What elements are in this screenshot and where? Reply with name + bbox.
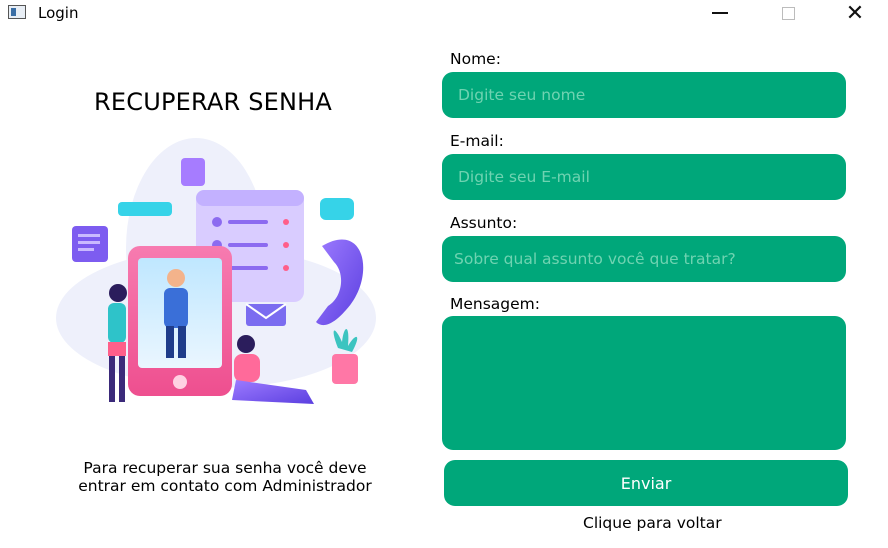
maximize-button[interactable] [765,0,811,26]
email-label: E-mail: [450,132,504,150]
info-line-2: entrar em contato com Administrador [78,477,372,495]
close-button[interactable]: ✕ [832,0,878,26]
info-line-1: Para recuperar sua senha você deve [83,459,367,477]
close-icon: ✕ [845,0,865,26]
window-title: Login [38,4,79,22]
send-button[interactable]: Enviar [444,460,848,506]
contact-illustration [56,138,376,404]
message-label: Mensagem: [450,295,541,313]
recovery-info: Para recuperar sua senha você deve entra… [60,459,390,495]
app-icon [8,5,26,19]
subject-input[interactable] [442,236,846,282]
name-input[interactable] [442,72,846,118]
email-input[interactable] [442,154,846,200]
page-title: RECUPERAR SENHA [94,88,333,116]
maximize-icon [781,6,795,20]
back-link[interactable]: Clique para voltar [583,514,722,532]
name-label: Nome: [450,50,501,68]
title-bar: Login ✕ [0,0,888,26]
minimize-icon [712,12,728,14]
message-textarea[interactable] [442,316,846,450]
minimize-button[interactable] [697,0,743,26]
subject-label: Assunto: [450,214,518,232]
